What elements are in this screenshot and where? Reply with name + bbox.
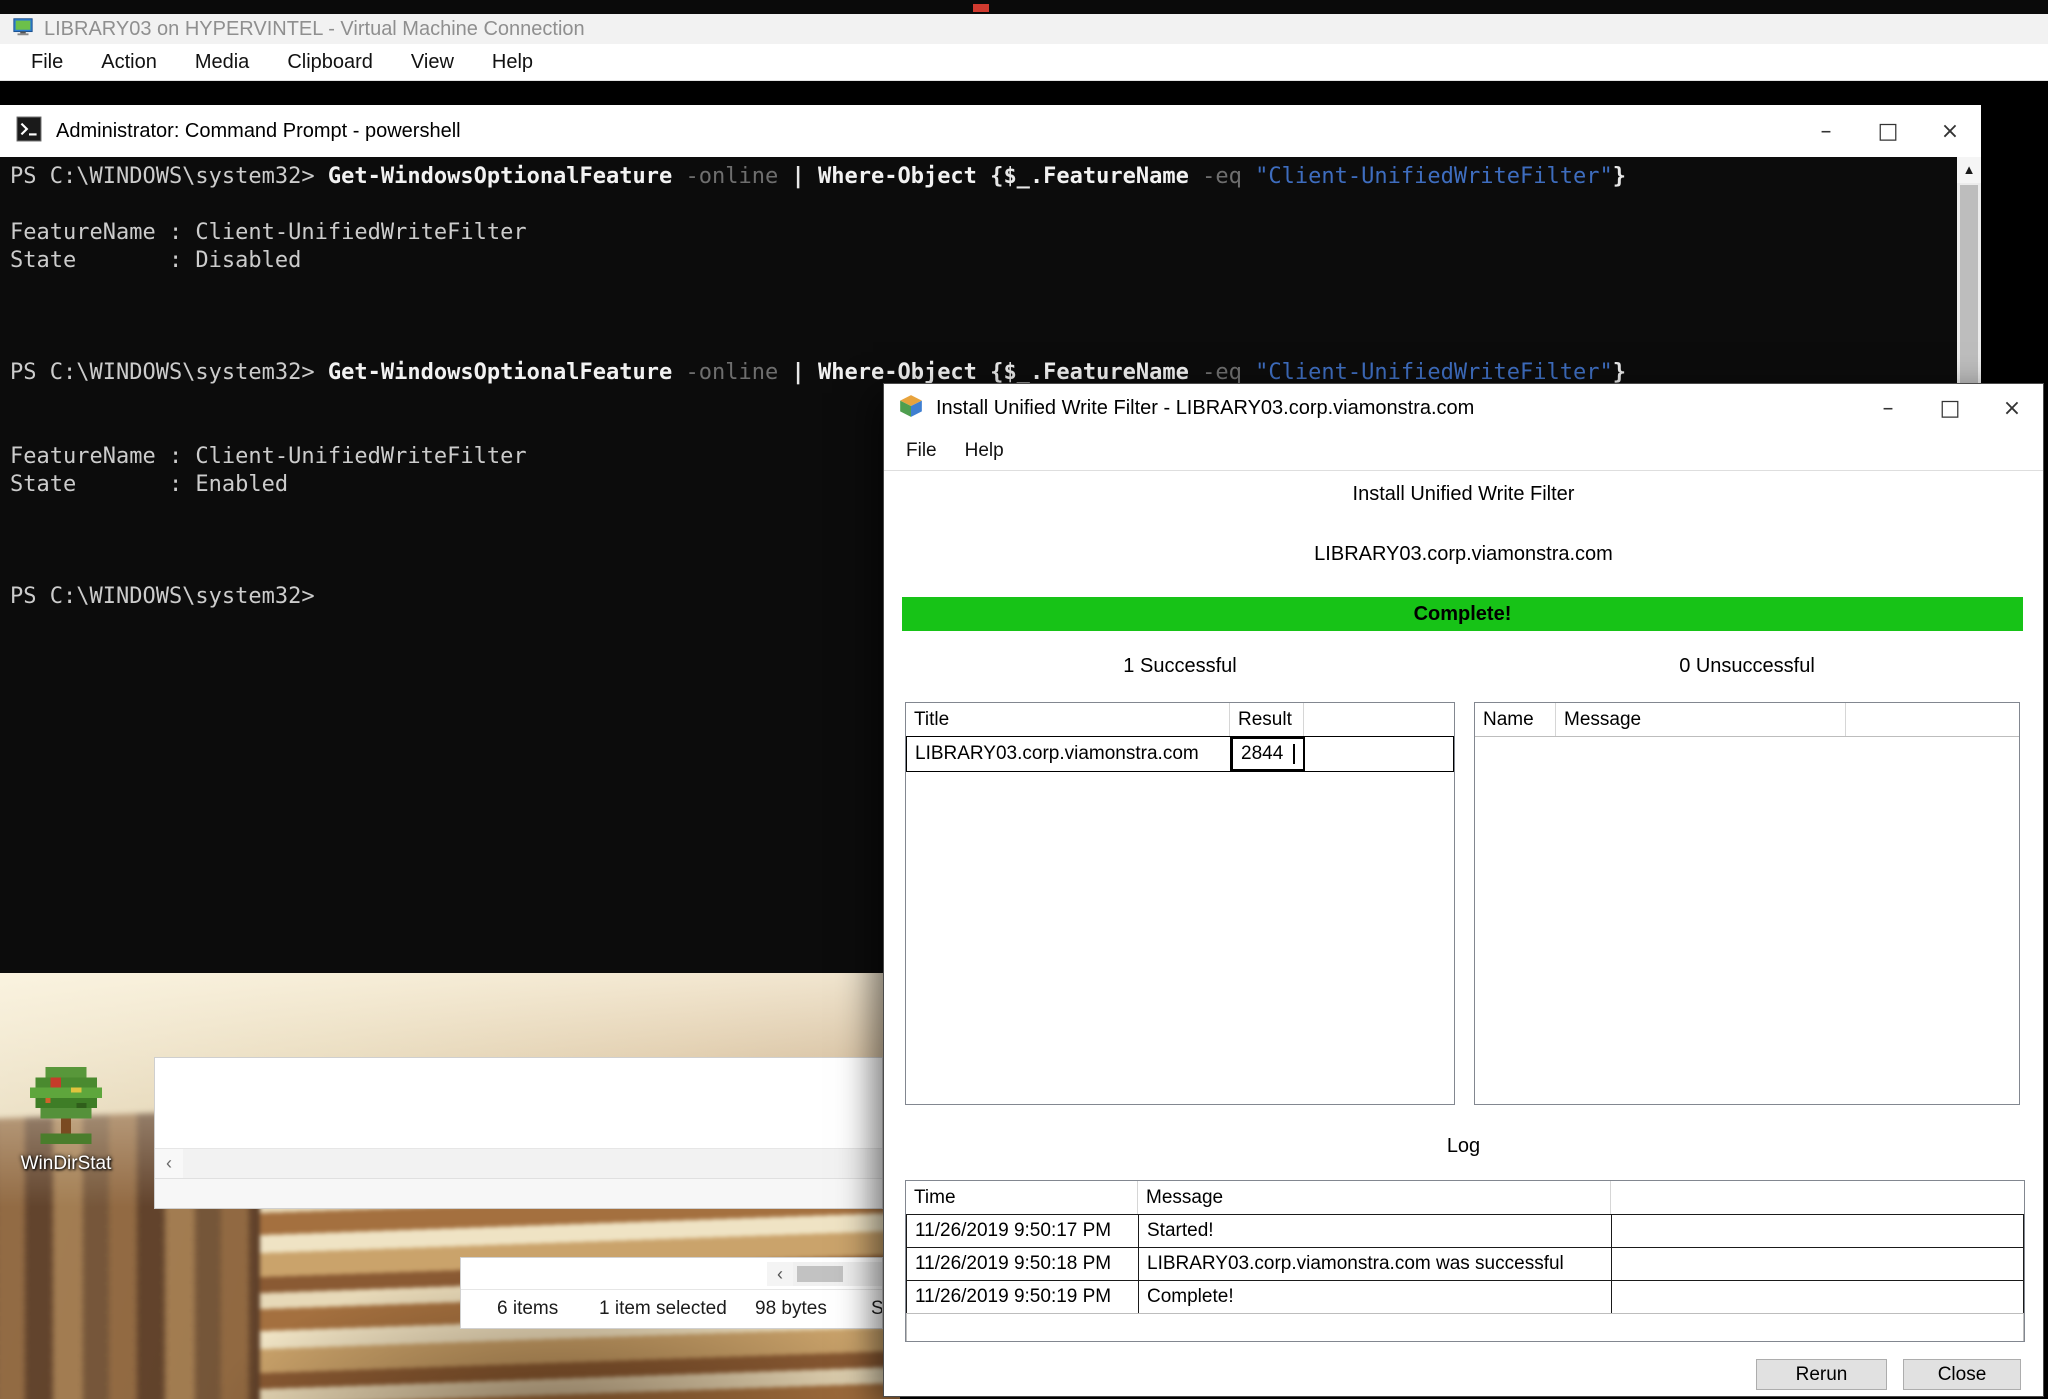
table-cell: 11/26/2019 9:50:18 PM [907, 1248, 1139, 1280]
column-header[interactable]: Message [1556, 703, 1846, 736]
table-header-row: TitleResult [906, 703, 1454, 737]
scroll-left-icon[interactable]: ‹ [155, 1153, 183, 1174]
minimize-button[interactable]: – [1795, 105, 1857, 157]
table-row[interactable]: LIBRARY03.corp.viamonstra.com2844 [906, 736, 1454, 772]
vmconnect-menu-item[interactable]: Media [176, 51, 268, 74]
terminal-line [10, 303, 1947, 331]
successful-header: 1 Successful [905, 655, 1455, 678]
explorer-horizontal-scrollbar[interactable]: ‹ [155, 1148, 882, 1178]
explorer-window-fragment: ‹ [154, 1057, 883, 1209]
screen: LIBRARY03 on HYPERVINTEL - Virtual Machi… [0, 0, 2048, 1399]
close-button[interactable]: × [1919, 105, 1981, 157]
status-selected-count: 1 item selected [599, 1298, 727, 1320]
status-selected-size: 98 bytes [755, 1298, 827, 1320]
dialog-menu-item[interactable]: Help [951, 440, 1018, 462]
terminal-line [10, 191, 1947, 219]
table-cell: 11/26/2019 9:50:17 PM [907, 1215, 1139, 1247]
table-cell: Started! [1139, 1215, 1612, 1247]
record-indicator [973, 4, 989, 12]
minimize-button[interactable]: – [1857, 384, 1919, 432]
install-uwf-dialog: Install Unified Write Filter - LIBRARY03… [883, 383, 2044, 1397]
vmconnect-menu-item[interactable]: Action [82, 51, 176, 74]
vmconnect-title: LIBRARY03 on HYPERVINTEL - Virtual Machi… [44, 18, 585, 41]
table-header-row: NameMessage [1475, 703, 2019, 737]
table-cell: 11/26/2019 9:50:19 PM [907, 1281, 1139, 1313]
column-header[interactable]: Time [906, 1181, 1138, 1214]
dialog-body: Install Unified Write Filter LIBRARY03.c… [884, 471, 2043, 1396]
command-prompt-icon [16, 116, 42, 147]
column-header[interactable]: Name [1475, 703, 1556, 736]
terminal-line: State : Disabled [10, 247, 1947, 275]
successful-table[interactable]: TitleResultLIBRARY03.corp.viamonstra.com… [905, 702, 1455, 1105]
explorer-bottom-strip [155, 1178, 882, 1208]
installer-app-icon [898, 393, 924, 424]
windirstat-tree-icon [25, 1067, 107, 1149]
windirstat-icon-label: WinDirStat [18, 1153, 114, 1175]
column-header[interactable]: Title [906, 703, 1230, 736]
windirstat-desktop-icon[interactable]: WinDirStat [18, 1067, 114, 1175]
explorer-horizontal-scrollbar-2[interactable]: ‹ [461, 1258, 882, 1290]
scrollbar-track[interactable] [183, 1149, 882, 1178]
unsuccessful-header: 0 Unsuccessful [1474, 655, 2020, 678]
column-header[interactable]: Message [1138, 1181, 1611, 1214]
unsuccessful-table[interactable]: NameMessage [1474, 702, 2020, 1105]
table-row[interactable]: 11/26/2019 9:50:18 PMLIBRARY03.corp.viam… [906, 1247, 2024, 1281]
close-button[interactable]: × [1981, 384, 2043, 432]
maximize-button[interactable]: □ [1919, 384, 1981, 432]
host-top-strip [0, 0, 2048, 14]
dialog-title: Install Unified Write Filter - LIBRARY03… [936, 397, 1857, 420]
log-table[interactable]: TimeMessage11/26/2019 9:50:17 PMStarted!… [905, 1180, 2025, 1342]
scroll-up-icon[interactable]: ▲ [1957, 157, 1981, 183]
scrollbar-track[interactable] [793, 1262, 882, 1286]
dialog-menubar: FileHelp [884, 432, 2043, 471]
vmconnect-menu-item[interactable]: View [392, 51, 473, 74]
vmconnect-titlebar: LIBRARY03 on HYPERVINTEL - Virtual Machi… [0, 14, 2048, 44]
rerun-button[interactable]: Rerun [1756, 1359, 1887, 1390]
scrollbar-thumb[interactable] [797, 1266, 843, 1282]
scrollbar-thumb[interactable] [1960, 185, 1978, 405]
log-label: Log [884, 1135, 2043, 1158]
target-computer-name: LIBRARY03.corp.viamonstra.com [884, 543, 2043, 566]
close-dialog-button[interactable]: Close [1903, 1359, 2021, 1390]
table-cell: LIBRARY03.corp.viamonstra.com [907, 737, 1231, 771]
progress-bar: Complete! [902, 597, 2023, 631]
table-cell: 2844 [1231, 737, 1305, 771]
table-cell: Complete! [1139, 1281, 1612, 1313]
column-header[interactable]: Result [1230, 703, 1304, 736]
terminal-line [10, 331, 1947, 359]
table-header-row: TimeMessage [906, 1181, 2024, 1215]
table-cell: LIBRARY03.corp.viamonstra.com was succes… [1139, 1248, 1612, 1280]
dialog-heading: Install Unified Write Filter [884, 483, 2043, 506]
table-row[interactable]: 11/26/2019 9:50:19 PMComplete! [906, 1280, 2024, 1314]
dialog-titlebar[interactable]: Install Unified Write Filter - LIBRARY03… [884, 384, 2043, 432]
terminal-line: FeatureName : Client-UnifiedWriteFilter [10, 219, 1947, 247]
terminal-line [10, 275, 1947, 303]
explorer-status-bar: 6 items 1 item selected 98 bytes S [461, 1290, 882, 1328]
status-truncated-text: S [871, 1298, 883, 1320]
vmconnect-menubar: FileActionMediaClipboardViewHelp [0, 44, 2048, 81]
terminal-line: PS C:\WINDOWS\system32> Get-WindowsOptio… [10, 163, 1947, 191]
vmconnect-menu-item[interactable]: File [12, 51, 82, 74]
vmconnect-menu-item[interactable]: Clipboard [268, 51, 392, 74]
explorer-content-area[interactable] [155, 1058, 882, 1148]
progress-label: Complete! [1414, 603, 1512, 626]
table-row[interactable]: 11/26/2019 9:50:17 PMStarted! [906, 1214, 2024, 1248]
scroll-left-icon[interactable]: ‹ [767, 1262, 793, 1286]
status-item-count: 6 items [497, 1298, 558, 1320]
maximize-button[interactable]: □ [1857, 105, 1919, 157]
vmconnect-menu-item[interactable]: Help [473, 51, 552, 74]
command-prompt-title: Administrator: Command Prompt - powershe… [56, 120, 1795, 143]
dialog-menu-item[interactable]: File [892, 440, 951, 462]
command-prompt-titlebar[interactable]: Administrator: Command Prompt - powershe… [0, 105, 1981, 157]
explorer-statusbar-fragment: ‹ 6 items 1 item selected 98 bytes S [460, 1257, 883, 1329]
vmconnect-app-icon [12, 16, 34, 43]
